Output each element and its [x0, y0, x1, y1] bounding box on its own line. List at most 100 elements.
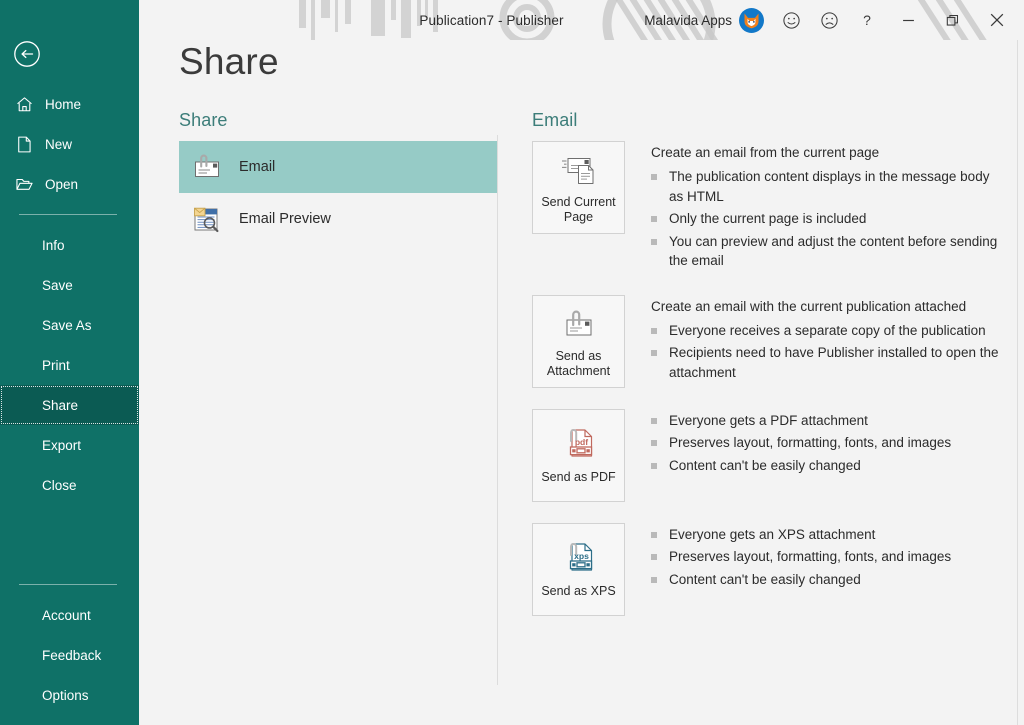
- sidebar-item-share[interactable]: Share: [0, 385, 139, 425]
- svg-text:pdf: pdf: [574, 437, 587, 447]
- sidebar-item-open[interactable]: Open: [0, 164, 139, 204]
- publisher-backstage-window: Publication7 - Publisher Malavida Apps ?…: [0, 0, 1024, 725]
- restore-window-icon[interactable]: [930, 3, 974, 37]
- sidebar-divider-top: [19, 214, 117, 215]
- sidebar-primary-nav: Home New Open Info Save Save As Print Sh…: [0, 84, 139, 505]
- send-as-pdf-description: Everyone gets a PDF attachment Preserves…: [651, 409, 1002, 502]
- sidebar-item-label: Save As: [42, 317, 92, 333]
- sidebar-item-label: Info: [42, 237, 65, 253]
- bullet-text: The publication content displays in the …: [669, 169, 990, 204]
- sidebar-item-new[interactable]: New: [0, 124, 139, 164]
- sidebar-item-home[interactable]: Home: [0, 84, 139, 124]
- bullet-square-icon: [651, 238, 657, 245]
- fox-avatar-icon[interactable]: [739, 7, 764, 33]
- bullet-text: Content can't be easily changed: [669, 571, 861, 587]
- bullet-item: Content can't be easily changed: [651, 456, 1002, 476]
- account-name: Malavida Apps: [644, 12, 732, 28]
- bullet-text: Everyone gets an XPS attachment: [669, 526, 876, 542]
- bullet-text: Everyone receives a separate copy of the…: [669, 322, 986, 338]
- sidebar-item-save-as[interactable]: Save As: [0, 305, 139, 345]
- email-preview-icon: [187, 203, 223, 235]
- svg-text:xps: xps: [574, 551, 589, 561]
- frowny-face-icon[interactable]: [810, 3, 848, 37]
- send-as-attachment-description: Create an email with the current publica…: [651, 295, 1002, 388]
- sidebar-item-label: Close: [42, 477, 77, 493]
- sidebar-item-label: Print: [42, 357, 70, 373]
- share-item-email[interactable]: Email: [179, 141, 497, 193]
- bullet-square-icon: [651, 462, 657, 469]
- sidebar-item-label: Save: [42, 277, 73, 293]
- option-send-as-pdf: pdf Send as PDF Everyone gets a PDF atta…: [532, 408, 1002, 502]
- send-as-xps-button[interactable]: xps Send as XPS: [532, 522, 625, 616]
- bullet-item: Everyone receives a separate copy of the…: [651, 321, 1002, 341]
- bullet-item: Everyone gets a PDF attachment: [651, 411, 1002, 431]
- backstage-sidebar: Home New Open Info Save Save As Print Sh…: [0, 0, 139, 725]
- send-as-pdf-label: Send as PDF: [541, 470, 616, 484]
- help-button[interactable]: ?: [848, 3, 886, 37]
- bullet-text: You can preview and adjust the content b…: [669, 233, 998, 269]
- bullet-square-icon: [651, 216, 657, 222]
- bullet-text: Content can't be easily changed: [669, 457, 861, 473]
- new-document-icon: [16, 135, 33, 153]
- bullet-text: Preserves layout, formatting, fonts, and…: [669, 435, 952, 450]
- option-heading: Create an email from the current page: [651, 145, 880, 160]
- column-divider: [497, 135, 498, 685]
- send-as-pdf-button[interactable]: pdf Send as PDF: [532, 408, 625, 502]
- title-bar: Publication7 - Publisher Malavida Apps ?: [139, 0, 1024, 40]
- open-folder-icon: [16, 175, 33, 193]
- bullet-square-icon: [651, 327, 657, 334]
- sidebar-item-label: New: [45, 136, 73, 152]
- sidebar-item-label: Open: [45, 176, 79, 192]
- bullet-text: Recipients need to have Publisher instal…: [669, 345, 999, 380]
- sidebar-item-feedback[interactable]: Feedback: [0, 635, 139, 675]
- bullet-item: The publication content displays in the …: [651, 167, 1002, 206]
- sidebar-item-info[interactable]: Info: [0, 225, 139, 265]
- send-current-page-description: Create an email from the current page Th…: [651, 141, 1002, 274]
- page-title: Share: [179, 41, 279, 82]
- bullet-square-icon: [651, 576, 657, 583]
- sidebar-secondary-nav: Account Feedback Options: [0, 574, 139, 715]
- smiley-face-icon[interactable]: [772, 3, 810, 37]
- sidebar-item-label: Options: [42, 687, 89, 703]
- bullet-square-icon: [651, 440, 657, 446]
- email-attachment-icon: [187, 151, 223, 183]
- bullet-square-icon: [651, 531, 657, 538]
- bullet-item: Recipients need to have Publisher instal…: [651, 343, 1002, 382]
- right-edge-line: [1017, 40, 1018, 725]
- account-chip[interactable]: Malavida Apps: [644, 7, 764, 33]
- sidebar-item-export[interactable]: Export: [0, 425, 139, 465]
- share-list-heading: Share: [179, 110, 228, 130]
- bullet-item: Preserves layout, formatting, fonts, and…: [651, 547, 1002, 567]
- sidebar-item-label: Feedback: [42, 647, 102, 663]
- bullet-text: Only the current page is included: [669, 211, 867, 226]
- send-current-page-label: Send Current Page: [541, 195, 616, 224]
- share-item-label: Email Preview: [239, 211, 331, 227]
- backstage-content: Share Share Email Email Preview Email Se…: [139, 40, 1024, 725]
- close-button[interactable]: [974, 3, 1020, 37]
- send-as-xps-description: Everyone gets an XPS attachment Preserve…: [651, 523, 1002, 616]
- bullet-text: Everyone gets a PDF attachment: [669, 412, 868, 428]
- sidebar-item-label: Export: [42, 437, 82, 453]
- send-current-page-icon: [557, 150, 601, 188]
- sidebar-item-account[interactable]: Account: [0, 595, 139, 635]
- option-heading: Create an email with the current publica…: [651, 298, 967, 314]
- email-panel-heading: Email: [532, 110, 578, 130]
- send-as-attachment-label: Send as Attachment: [546, 348, 611, 378]
- sidebar-item-save[interactable]: Save: [0, 265, 139, 305]
- bullet-item: Only the current page is included: [651, 209, 1002, 229]
- send-as-pdf-icon: pdf: [557, 425, 601, 463]
- send-current-page-button[interactable]: Send Current Page: [532, 141, 625, 234]
- sidebar-item-print[interactable]: Print: [0, 345, 139, 385]
- minimize-button[interactable]: [886, 3, 930, 37]
- sidebar-item-options[interactable]: Options: [0, 675, 139, 715]
- option-send-as-attachment: Send as Attachment Create an email with …: [532, 294, 1002, 388]
- send-as-attachment-button[interactable]: Send as Attachment: [532, 294, 625, 388]
- send-as-attachment-icon: [557, 304, 601, 342]
- bullet-item: You can preview and adjust the content b…: [651, 232, 1002, 271]
- sidebar-item-close[interactable]: Close: [0, 465, 139, 505]
- share-item-email-preview[interactable]: Email Preview: [179, 193, 497, 245]
- send-as-xps-icon: xps: [557, 539, 601, 577]
- bullet-item: Preserves layout, formatting, fonts, and…: [651, 433, 1002, 453]
- back-arrow-icon[interactable]: [13, 40, 41, 68]
- email-detail-column: Email Send Current Page Create an email …: [532, 110, 1002, 637]
